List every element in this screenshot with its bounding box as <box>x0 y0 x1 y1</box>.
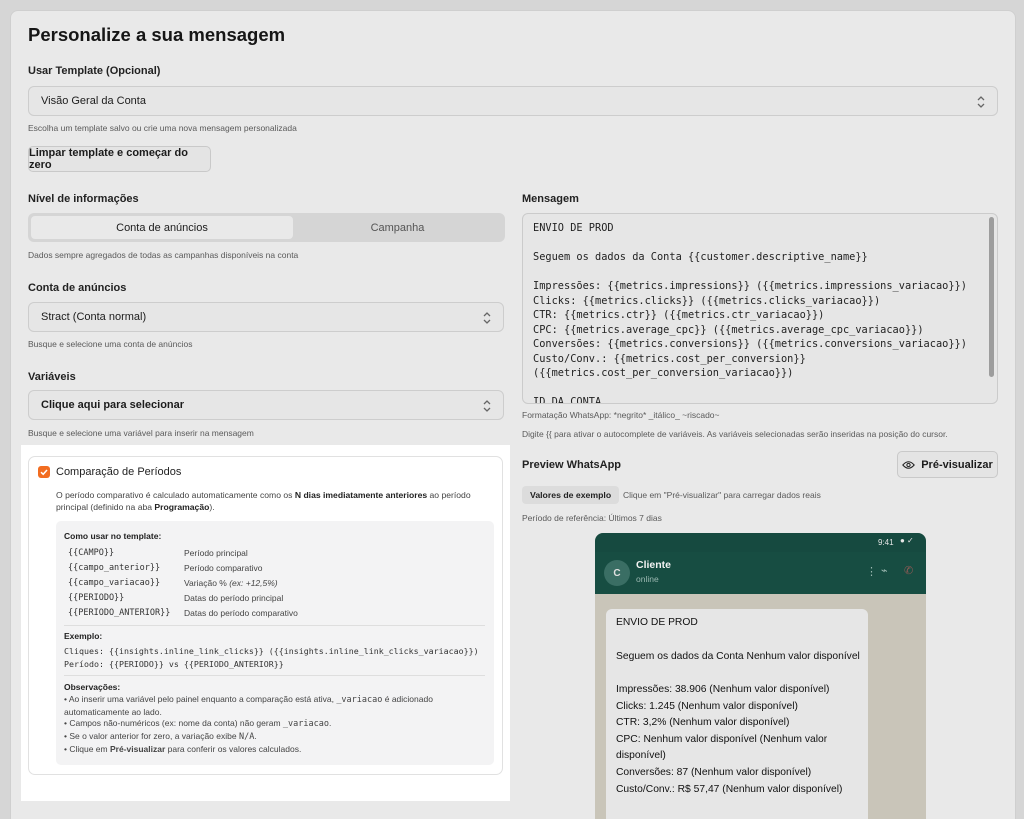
comparacao-card: Comparação de Períodos O período compara… <box>28 456 503 775</box>
chevron-updown-icon <box>483 400 491 412</box>
comparacao-highlight: Comparação de Períodos O período compara… <box>21 445 510 801</box>
mensagem-line: Conversões: {{metrics.conversions}} ({{m… <box>533 338 967 350</box>
mensagem-label: Mensagem <box>522 193 579 205</box>
check-icon <box>40 469 48 476</box>
autocomplete-help: Digite {{ para ativar o autocomplete de … <box>522 429 948 439</box>
bubble-line: Impressões: 38.906 (Nenhum valor disponí… <box>616 684 830 695</box>
variaveis-label: Variáveis <box>28 371 76 383</box>
status-time: 9:41 <box>878 538 894 547</box>
whatsapp-preview: 9:41 ● ✓ C Cliente online ⋮ ⌁ ✆ ENVIO DE… <box>595 533 926 819</box>
mensagem-textarea[interactable]: ENVIO DE PROD Seguem os dados da Conta {… <box>522 213 998 404</box>
token-periodo: {{PERIODO}} <box>68 593 125 603</box>
sample-values-chip: Valores de exemplo <box>522 486 620 504</box>
comparacao-title: Comparação de Períodos <box>56 466 182 478</box>
bubble-line: ENVIO DE PROD <box>616 617 698 628</box>
bubble-line: Conversões: 87 (Nenhum valor disponível) <box>616 767 812 778</box>
eye-icon <box>902 460 916 469</box>
obs-title: Observações: <box>64 682 121 692</box>
token-periodo-desc: Datas do período principal <box>184 593 284 603</box>
bubble-line: CPC: Nenhum valor disponível (Nenhum val… <box>616 734 828 745</box>
format-help: Formatação WhatsApp: *negrito* _itálico_… <box>522 410 720 420</box>
token-campo-variacao-desc: Variação % (ex: +12,5%) <box>184 578 278 588</box>
mensagem-line: Clicks: {{metrics.clicks}} ({{metrics.cl… <box>533 295 881 307</box>
example-line-2: Período: {{PERIODO}} vs {{PERIODO_ANTERI… <box>64 659 284 669</box>
variaveis-select[interactable]: Clique aqui para selecionar <box>28 390 504 420</box>
template-label: Usar Template (Opcional) <box>28 65 161 77</box>
divider <box>64 625 485 626</box>
contact-name: Cliente <box>636 559 672 571</box>
divider <box>64 675 485 676</box>
howto-title: Como usar no template: <box>64 531 162 541</box>
bubble-line: disponível) <box>616 750 666 761</box>
conta-value: Stract (Conta normal) <box>41 311 147 323</box>
template-help: Escolha um template salvo ou crie uma no… <box>28 123 297 133</box>
template-value: Visão Geral da Conta <box>41 95 146 107</box>
comparacao-checkbox[interactable] <box>38 466 50 478</box>
more-icon[interactable]: ⋮ <box>866 565 877 578</box>
template-select[interactable]: Visão Geral da Conta <box>28 86 998 116</box>
token-campo-anterior: {{campo_anterior}} <box>68 563 161 573</box>
obs-item-1: • Ao inserir uma variável pelo painel en… <box>64 694 433 717</box>
obs-item-3: • Se o valor anterior for zero, a variaç… <box>64 731 257 742</box>
bubble-line: Clicks: 1.245 (Nenhum valor disponível) <box>616 701 798 712</box>
conta-label: Conta de anúncios <box>28 282 127 294</box>
mensagem-line: Custo/Conv.: {{metrics.cost_per_conversi… <box>533 353 806 365</box>
mensagem-line: ({{metrics.cost_per_conversion_variacao}… <box>533 367 794 379</box>
contact-status: online <box>636 574 659 584</box>
variaveis-value: Clique aqui para selecionar <box>41 399 185 411</box>
obs-item-4: • Clique em Pré-visualizar para conferir… <box>64 744 302 754</box>
token-campo-anterior-desc: Período comparativo <box>184 563 263 573</box>
chevron-updown-icon <box>977 96 985 108</box>
conta-select[interactable]: Stract (Conta normal) <box>28 302 504 332</box>
preview-button[interactable]: Pré-visualizar <box>897 451 998 478</box>
mensagem-line: CTR: {{metrics.ctr}} ({{metrics.ctr_vari… <box>533 309 825 321</box>
phone-icon[interactable]: ✆ <box>904 564 913 577</box>
segment-campanha[interactable]: Campanha <box>293 216 502 239</box>
signal-icon: ● ✓ <box>900 536 914 545</box>
textarea-scrollbar[interactable] <box>989 217 994 377</box>
mensagem-line: ENVIO DE PROD <box>533 222 614 234</box>
attach-icon[interactable]: ⌁ <box>881 564 888 577</box>
avatar: C <box>604 560 630 586</box>
nivel-help: Dados sempre agregados de todas as campa… <box>28 250 299 260</box>
token-campo-desc: Período principal <box>184 548 248 558</box>
token-campo-variacao: {{campo_variacao}} <box>68 578 161 588</box>
mensagem-line: Impressões: {{metrics.impressions}} ({{m… <box>533 280 967 292</box>
token-periodo-anterior: {{PERIODO_ANTERIOR}} <box>68 608 171 618</box>
clear-template-button[interactable]: Limpar template e começar do zero <box>28 146 211 172</box>
nivel-label: Nível de informações <box>28 193 139 205</box>
segment-conta[interactable]: Conta de anúncios <box>31 216 293 239</box>
comparacao-description: O período comparativo é calculado automa… <box>56 490 471 512</box>
bubble-line: Custo/Conv.: R$ 57,47 (Nenhum valor disp… <box>616 784 843 795</box>
mensagem-line: CPC: {{metrics.average_cpc}} ({{metrics.… <box>533 324 924 336</box>
howto-box: Como usar no template: {{CAMPO}} Período… <box>56 521 494 765</box>
nivel-segmented-control: Conta de anúncios Campanha <box>28 213 505 242</box>
obs-item-2: • Campos não-numéricos (ex: nome da cont… <box>64 718 332 729</box>
variaveis-help: Busque e selecione uma variável para ins… <box>28 428 254 438</box>
example-line-1: Cliques: {{insights.inline_link_clicks}}… <box>64 646 479 656</box>
phone-status-bar: 9:41 ● ✓ <box>595 533 926 552</box>
token-periodo-anterior-desc: Datas do período comparativo <box>184 608 298 618</box>
conta-help: Busque e selecione uma conta de anúncios <box>28 339 193 349</box>
bubble-line: CTR: 3,2% (Nenhum valor disponível) <box>616 717 790 728</box>
example-title: Exemplo: <box>64 631 103 641</box>
message-bubble: ENVIO DE PROD Seguem os dados da Conta N… <box>606 609 868 819</box>
token-campo: {{CAMPO}} <box>68 548 115 558</box>
mensagem-line: ID DA CONTA <box>533 396 602 404</box>
mensagem-line: Seguem os dados da Conta {{customer.desc… <box>533 251 868 263</box>
page-title: Personalize a sua mensagem <box>28 24 286 45</box>
periodo-text: Período de referência: Últimos 7 dias <box>522 513 662 523</box>
chip-help: Clique em "Pré-visualizar" para carregar… <box>623 490 821 500</box>
chevron-updown-icon <box>483 312 491 324</box>
preview-label: Preview WhatsApp <box>522 459 622 471</box>
bubble-line: Seguem os dados da Conta Nenhum valor di… <box>616 651 860 662</box>
chat-header: C Cliente online ⋮ ⌁ ✆ <box>595 552 926 594</box>
